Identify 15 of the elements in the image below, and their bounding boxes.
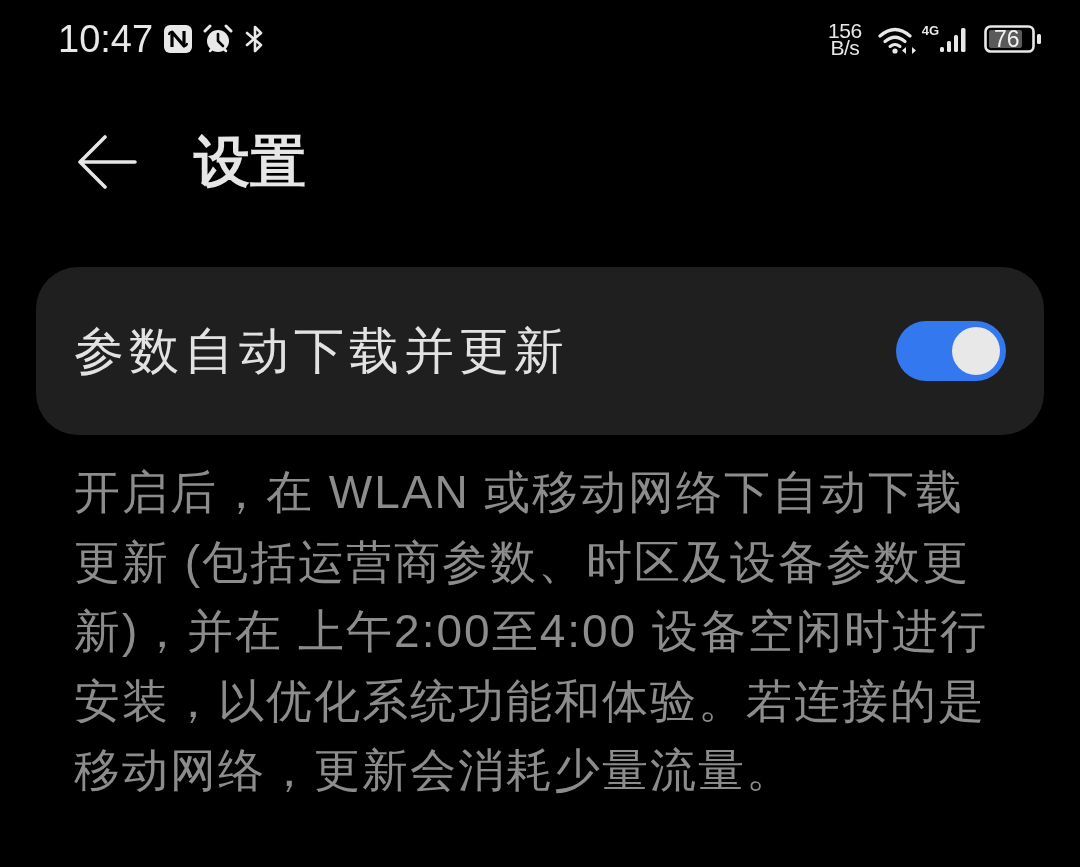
description-text: 开启后，在 WLAN 或移动网络下自动下载更新 (包括运营商参数、时区及设备参数更新)，并在 上午2:00至4:00 设备空闲时进行安装，以优化系统功能和体验。若连接的是移动网络，更新会消耗少量流量。 bbox=[74, 465, 989, 798]
nfc-icon bbox=[164, 25, 193, 53]
alarm-clock-icon bbox=[203, 24, 234, 54]
battery-icon bbox=[984, 25, 1042, 53]
network-speed-unit: B/s bbox=[830, 39, 860, 56]
setting-label: 参数自动下载并更新 bbox=[74, 322, 569, 381]
network-speed-value: 156 bbox=[828, 22, 862, 39]
battery-percentage: 76 bbox=[994, 27, 1020, 51]
network-type: 4G bbox=[921, 23, 939, 37]
toggle-switch[interactable] bbox=[896, 321, 1006, 381]
back-button[interactable] bbox=[76, 134, 138, 190]
back-arrow-icon bbox=[77, 135, 137, 189]
page-title: 设置 bbox=[194, 130, 306, 194]
wifi-icon bbox=[877, 26, 918, 54]
clock-time: 10:47 bbox=[58, 19, 154, 59]
